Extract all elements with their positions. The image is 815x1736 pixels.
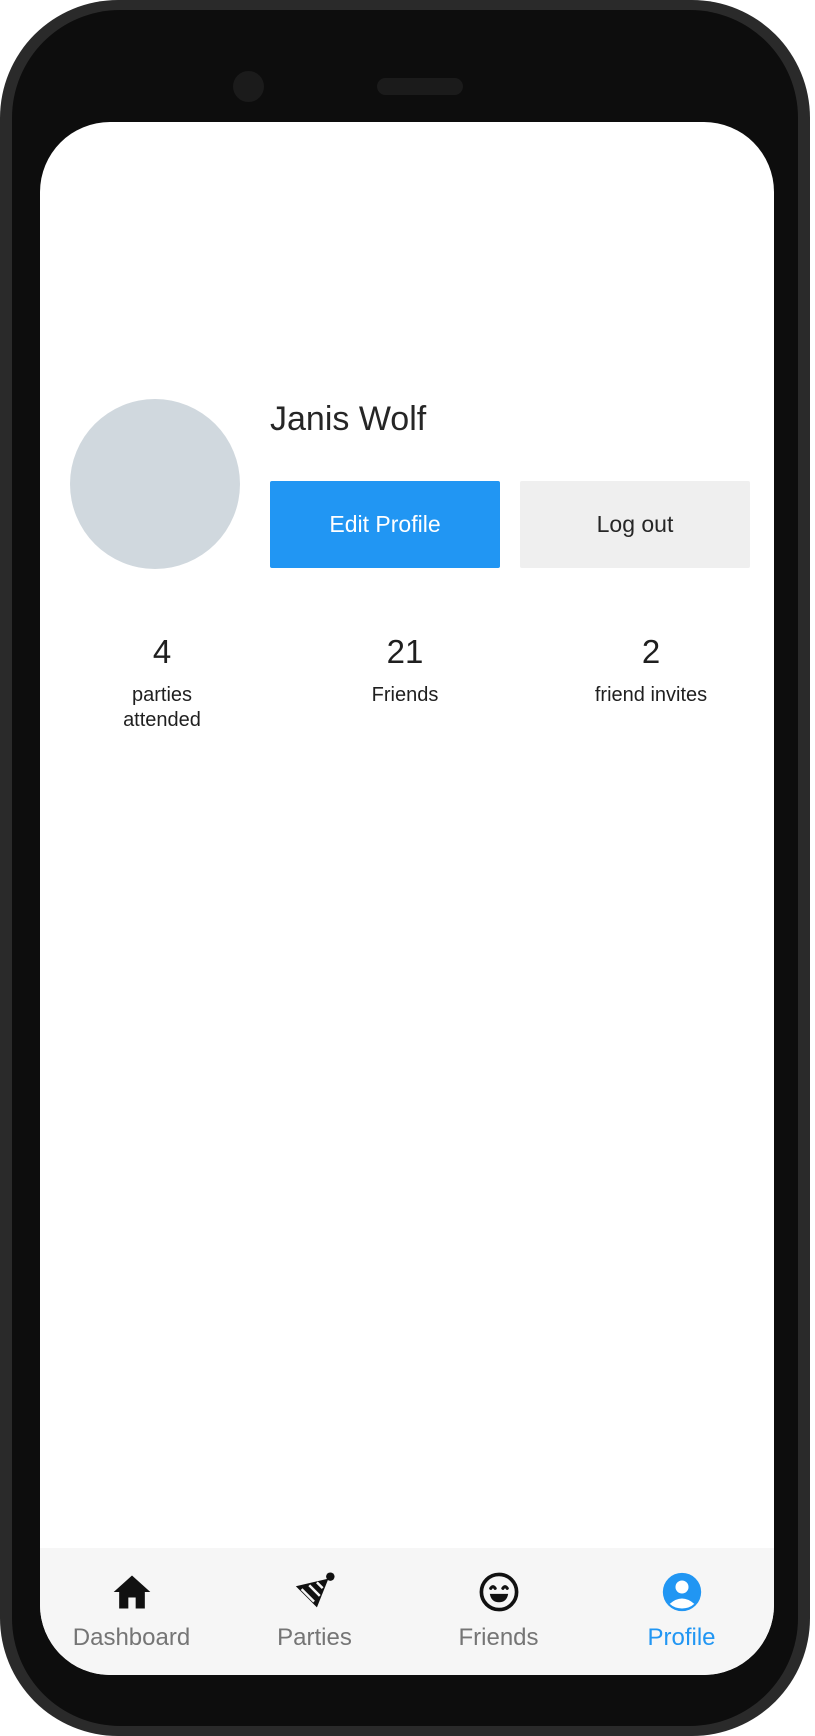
party-hat-icon — [291, 1568, 339, 1616]
nav-item-friends[interactable]: Friends — [407, 1548, 590, 1675]
nav-item-profile[interactable]: Profile — [590, 1548, 773, 1675]
logout-button[interactable]: Log out — [520, 481, 750, 568]
app-screen: Janis Wolf Edit Profile Log out 4 partie… — [40, 122, 774, 1675]
avatar[interactable] — [70, 399, 240, 569]
profile-name: Janis Wolf — [270, 400, 427, 438]
stat-value: 21 — [386, 633, 424, 670]
stat-label: Friends — [371, 684, 439, 706]
edit-profile-button[interactable]: Edit Profile — [270, 481, 500, 568]
nav-item-dashboard[interactable]: Dashboard — [40, 1548, 223, 1675]
stat-value: 4 — [152, 633, 172, 670]
stat-friend-invites: 2 friend invites — [551, 632, 751, 708]
stat-label: friend invites — [594, 684, 708, 706]
nav-label: Friends — [458, 1624, 539, 1651]
smiley-icon — [475, 1568, 523, 1616]
stat-friends: 21 Friends — [305, 632, 505, 708]
nav-label: Dashboard — [72, 1624, 191, 1651]
home-icon — [108, 1568, 156, 1616]
nav-item-parties[interactable]: Parties — [223, 1548, 406, 1675]
stat-label: parties attended — [123, 684, 201, 731]
stat-parties-attended: 4 parties attended — [62, 632, 262, 733]
nav-label: Profile — [647, 1624, 716, 1651]
stat-value: 2 — [641, 633, 661, 670]
earpiece-speaker — [377, 78, 463, 95]
bottom-navigation: Dashboard Parties Friends Profile — [40, 1548, 774, 1675]
front-camera — [233, 71, 264, 102]
phone-frame: Janis Wolf Edit Profile Log out 4 partie… — [0, 0, 815, 1736]
account-circle-icon — [658, 1568, 706, 1616]
nav-label: Parties — [277, 1624, 352, 1651]
